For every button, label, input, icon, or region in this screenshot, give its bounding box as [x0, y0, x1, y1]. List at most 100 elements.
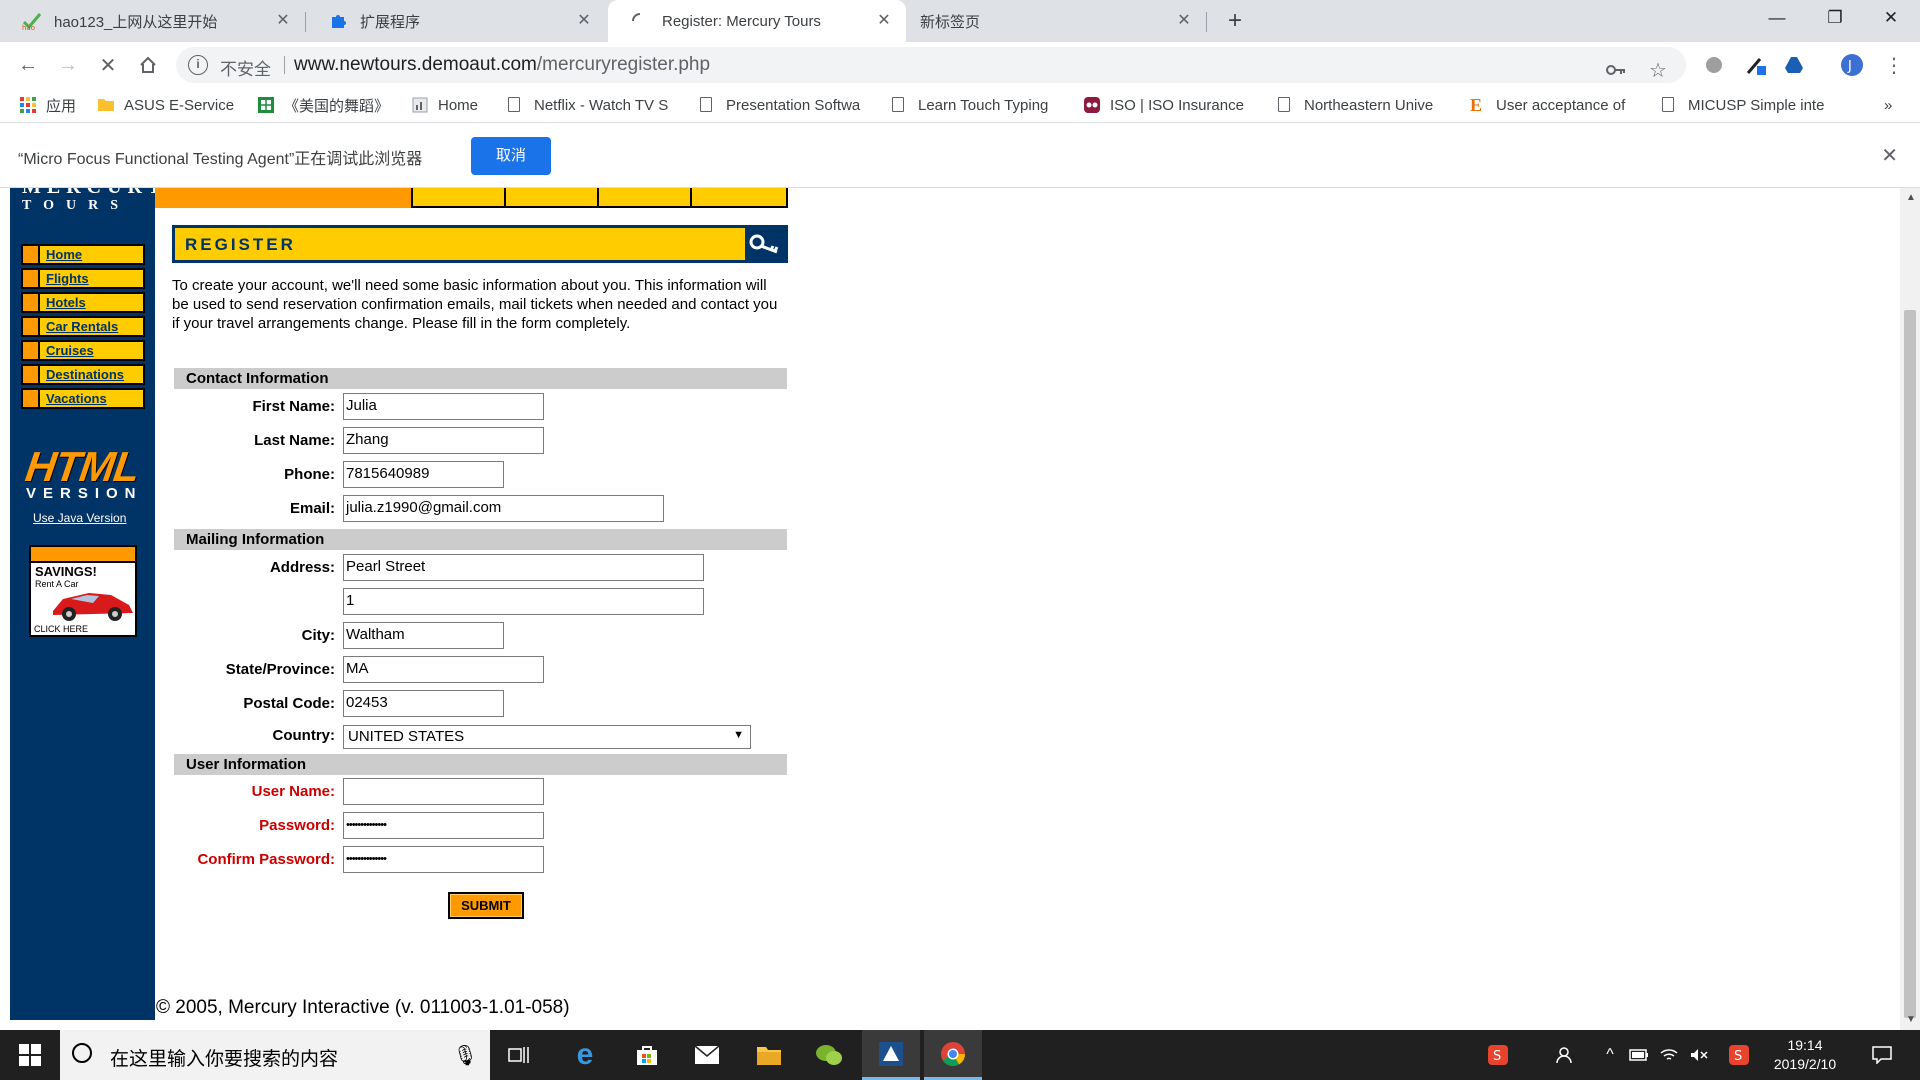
tab-extensions[interactable]: 扩展程序 ✕: [306, 0, 606, 42]
top-nav-sign-on-link[interactable]: [411, 188, 504, 208]
bookmark-apps[interactable]: 应用: [20, 94, 76, 116]
password-input[interactable]: ••••••••••••••: [343, 812, 544, 839]
file-explorer-icon[interactable]: [740, 1030, 798, 1080]
key-icon[interactable]: [1604, 58, 1628, 82]
postal-code-input[interactable]: 02453: [343, 690, 504, 717]
extension-pen-icon[interactable]: [1744, 53, 1768, 77]
bookmark-star-icon[interactable]: ☆: [1646, 58, 1670, 82]
security-label[interactable]: 不安全: [220, 55, 271, 80]
infobar-close-icon[interactable]: ✕: [1881, 143, 1898, 168]
nav-item-home[interactable]: Home: [21, 244, 145, 265]
nav-item-flights[interactable]: Flights: [21, 268, 145, 289]
home-icon[interactable]: [134, 51, 162, 79]
wechat-icon[interactable]: [800, 1030, 858, 1080]
extension-drive-icon[interactable]: [1782, 53, 1806, 77]
task-view-icon[interactable]: [490, 1030, 548, 1080]
sogou-tray-icon[interactable]: S: [1726, 1030, 1752, 1080]
nav-link-destinations[interactable]: Destinations: [46, 367, 124, 382]
rent-a-car-ad[interactable]: SAVINGS! Rent A Car CLICK HERE: [29, 545, 137, 637]
volume-muted-icon[interactable]: [1686, 1030, 1712, 1080]
info-icon[interactable]: i: [188, 55, 208, 75]
tab-hao123[interactable]: hao hao123_上网从这里开始 ✕: [0, 0, 305, 42]
bookmark-presentation-software[interactable]: Presentation Softwa: [700, 94, 860, 116]
stop-loading-icon[interactable]: ✕: [94, 51, 122, 79]
close-window-icon[interactable]: ✕: [1862, 0, 1920, 36]
submit-button[interactable]: SUBMIT: [448, 892, 524, 919]
city-input[interactable]: Waltham: [343, 622, 504, 649]
bookmark-asus-eservice[interactable]: ASUS E-Service: [98, 94, 234, 116]
nav-link-cruises[interactable]: Cruises: [46, 343, 94, 358]
nav-link-flights[interactable]: Flights: [46, 271, 89, 286]
address-line1-input[interactable]: Pearl Street: [343, 554, 704, 581]
microphone-icon[interactable]: 🎙: [453, 1043, 478, 1068]
close-tab-icon[interactable]: ✕: [273, 11, 293, 31]
page-scrollbar[interactable]: ▲ ▼: [1900, 188, 1920, 1030]
tab-register-mercury-tours[interactable]: Register: Mercury Tours ✕: [608, 0, 906, 42]
nav-item-hotels[interactable]: Hotels: [21, 292, 145, 313]
back-arrow-icon[interactable]: ←: [14, 51, 42, 79]
scroll-down-arrow-icon[interactable]: ▼: [1906, 1014, 1916, 1025]
phone-input[interactable]: 7815640989: [343, 461, 504, 488]
email-input[interactable]: julia.z1990@gmail.com: [343, 495, 664, 522]
nav-link-home[interactable]: Home: [46, 247, 82, 262]
address-line2-input[interactable]: 1: [343, 588, 704, 615]
tray-chevron-up-icon[interactable]: ^: [1598, 1030, 1622, 1080]
nav-link-vacations[interactable]: Vacations: [46, 391, 107, 406]
nav-item-cruises[interactable]: Cruises: [21, 340, 145, 361]
minimize-icon[interactable]: —: [1748, 0, 1806, 36]
new-tab-plus-icon[interactable]: +: [1222, 8, 1248, 34]
bookmark-northeastern[interactable]: Northeastern Unive: [1278, 94, 1433, 116]
bookmark-micusp[interactable]: MICUSP Simple inte: [1662, 94, 1824, 116]
mail-icon[interactable]: [678, 1030, 736, 1080]
close-tab-icon[interactable]: ✕: [1174, 11, 1194, 31]
tab-new-tab[interactable]: 新标签页 ✕: [906, 0, 1206, 42]
forward-arrow-icon[interactable]: →: [54, 51, 82, 79]
menu-kebab-icon[interactable]: ⋮: [1882, 53, 1906, 77]
scrollbar-thumb[interactable]: [1904, 310, 1916, 1018]
top-nav-contact-link[interactable]: [690, 188, 788, 208]
country-select[interactable]: UNITED STATES ▼: [343, 725, 751, 749]
taskbar-clock[interactable]: 19:14 2019/2/10: [1760, 1036, 1850, 1074]
nav-item-destinations[interactable]: Destinations: [21, 364, 145, 385]
username-input[interactable]: [343, 778, 544, 805]
bookmarks-overflow-chevron-icon[interactable]: »: [1884, 94, 1892, 116]
url-text[interactable]: www.newtours.demoaut.com/mercuryregister…: [294, 54, 710, 76]
infobar-cancel-button[interactable]: 取消: [471, 137, 551, 175]
state-province-input[interactable]: MA: [343, 656, 544, 683]
bookmark-user-acceptance[interactable]: E User acceptance of: [1470, 94, 1625, 116]
bookmark-american-dance[interactable]: 《美国的舞蹈》: [258, 94, 389, 116]
battery-icon[interactable]: [1626, 1030, 1652, 1080]
wifi-icon[interactable]: [1656, 1030, 1682, 1080]
people-icon[interactable]: [1552, 1030, 1580, 1080]
chrome-icon[interactable]: [924, 1030, 982, 1080]
windows-start-icon[interactable]: [0, 1030, 60, 1080]
last-name-input[interactable]: Zhang: [343, 427, 544, 454]
store-icon[interactable]: [618, 1030, 676, 1080]
restore-icon[interactable]: ❐: [1806, 0, 1864, 36]
top-nav-support-link[interactable]: [597, 188, 690, 208]
close-tab-icon[interactable]: ✕: [874, 11, 894, 31]
top-nav-register-link[interactable]: [504, 188, 597, 208]
profile-avatar-icon[interactable]: J: [1840, 53, 1864, 77]
use-java-version-link[interactable]: Use Java Version: [33, 511, 126, 525]
username-label: User Name:: [251, 783, 335, 800]
taskbar-search-box[interactable]: 在这里输入你要搜索的内容 🎙: [60, 1030, 490, 1080]
notification-center-icon[interactable]: [1864, 1030, 1900, 1080]
address-bar[interactable]: i 不安全 www.newtours.demoaut.com/mercuryre…: [176, 47, 1686, 83]
bookmark-netflix[interactable]: Netflix - Watch TV S: [508, 94, 668, 116]
first-name-input[interactable]: Julia: [343, 393, 544, 420]
scroll-up-arrow-icon[interactable]: ▲: [1906, 192, 1916, 203]
bookmark-learn-touch-typing[interactable]: Learn Touch Typing: [892, 94, 1048, 116]
uft-app-icon[interactable]: [862, 1030, 920, 1080]
bookmark-home[interactable]: Home: [412, 94, 478, 116]
edge-browser-icon[interactable]: e: [556, 1030, 614, 1080]
sogou-ime-icon[interactable]: S: [1482, 1030, 1514, 1080]
bookmark-iso-insurance[interactable]: ISO | ISO Insurance: [1084, 94, 1244, 116]
close-tab-icon[interactable]: ✕: [574, 11, 594, 31]
nav-link-hotels[interactable]: Hotels: [46, 295, 86, 310]
nav-item-car-rentals[interactable]: Car Rentals: [21, 316, 145, 337]
confirm-password-input[interactable]: ••••••••••••••: [343, 846, 544, 873]
nav-item-vacations[interactable]: Vacations: [21, 388, 145, 409]
nav-link-car-rentals[interactable]: Car Rentals: [46, 319, 118, 334]
extension-globe-icon[interactable]: [1702, 53, 1726, 77]
